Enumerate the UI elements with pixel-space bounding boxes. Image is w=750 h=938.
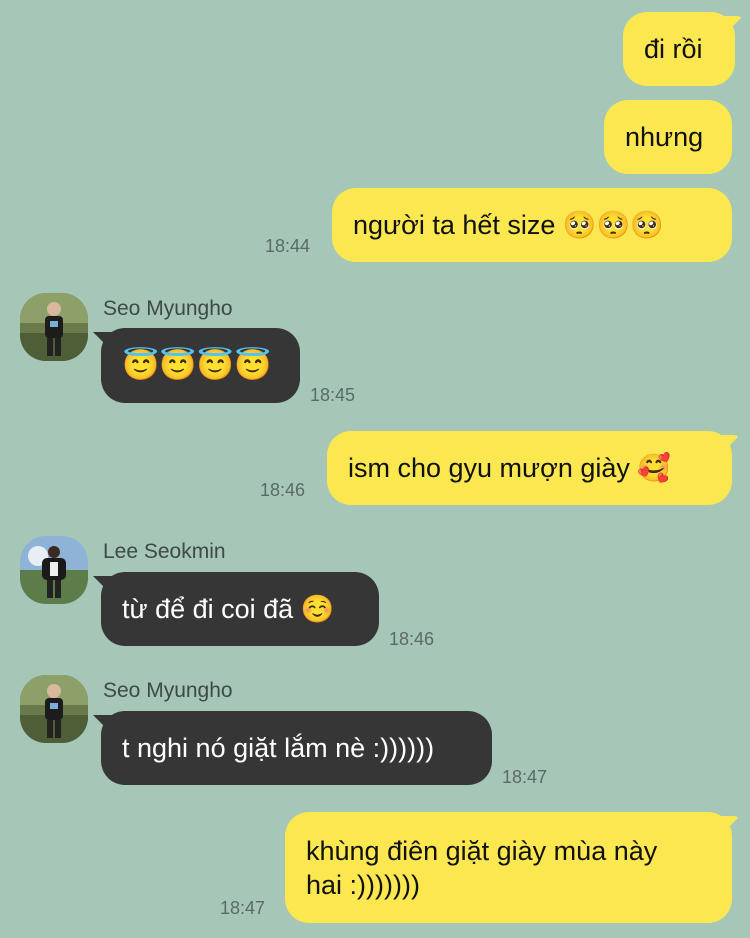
avatar[interactable]	[20, 293, 88, 361]
avatar[interactable]	[20, 536, 88, 604]
message-text: 😇😇😇😇	[122, 348, 272, 382]
message-text: nhưng	[625, 122, 704, 152]
chat-thread: đi rồi nhưng người ta hết size 🥺🥺🥺 18:44…	[0, 0, 750, 938]
outgoing-message[interactable]: người ta hết size 🥺🥺🥺	[332, 188, 732, 262]
message-text: đi rồi	[644, 34, 703, 64]
outgoing-message[interactable]: đi rồi	[623, 12, 735, 86]
avatar[interactable]	[20, 675, 88, 743]
incoming-message[interactable]: t nghi nó giặt lắm nè :))))))	[101, 711, 492, 785]
sender-name: Seo Myungho	[103, 297, 233, 320]
message-timestamp: 18:46	[260, 480, 306, 500]
outgoing-message[interactable]: ism cho gyu mượn giày 🥰	[327, 431, 732, 505]
message-timestamp: 18:44	[265, 236, 311, 256]
incoming-message[interactable]: 😇😇😇😇	[101, 328, 300, 403]
message-text: người ta hết size 🥺🥺🥺	[353, 210, 664, 240]
message-text-line: hai :)))))))	[306, 869, 420, 900]
message-text: từ để đi coi đã ☺️	[122, 594, 335, 624]
person-photo-icon	[20, 536, 88, 604]
message-text-line: khùng điên giặt giày mùa này	[306, 835, 658, 866]
message-timestamp: 18:47	[220, 898, 266, 918]
message-text: t nghi nó giặt lắm nè :))))))	[122, 733, 435, 763]
person-photo-icon	[20, 293, 88, 361]
outgoing-message[interactable]: khùng điên giặt giày mùa này hai :))))))…	[285, 812, 732, 923]
sender-name: Seo Myungho	[103, 679, 233, 702]
message-text: ism cho gyu mượn giày 🥰	[348, 453, 671, 483]
person-photo-icon	[20, 675, 88, 743]
message-timestamp: 18:46	[389, 629, 435, 649]
message-timestamp: 18:45	[310, 385, 356, 405]
message-timestamp: 18:47	[502, 767, 548, 787]
outgoing-message[interactable]: nhưng	[604, 100, 732, 174]
sender-name: Lee Seokmin	[103, 540, 226, 563]
incoming-message[interactable]: từ để đi coi đã ☺️	[101, 572, 379, 646]
